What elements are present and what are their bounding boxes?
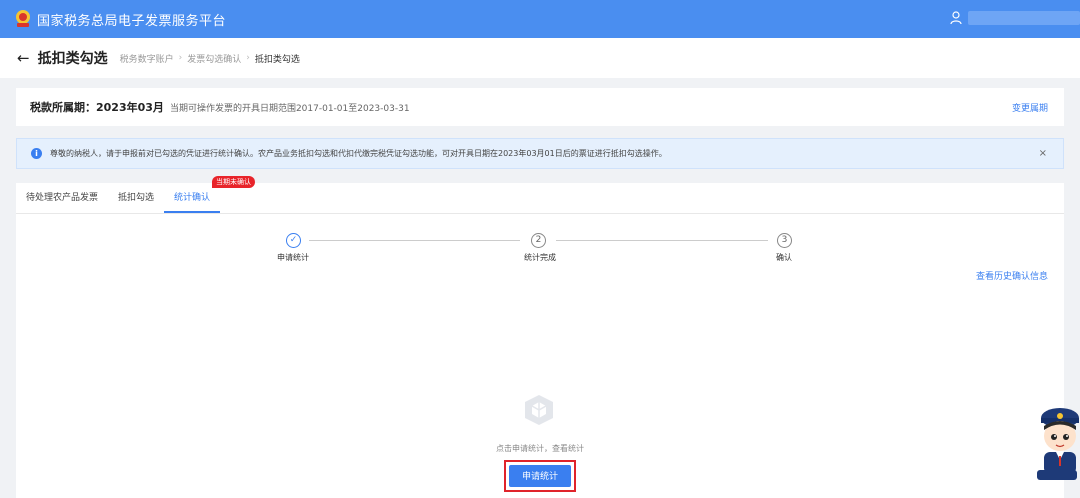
close-icon[interactable]: × (1039, 148, 1047, 159)
step-2-marker: 2 (531, 233, 546, 248)
user-menu[interactable] (950, 11, 1080, 25)
tab-deduction-selection[interactable]: 抵扣勾选 (108, 190, 164, 213)
top-bar: 国家税务总局电子发票服务平台 (0, 0, 1080, 38)
notice-text: 尊敬的纳税人，请于申报前对已勾选的凭证进行统计确认。农产品业务抵扣勾选和代扣代缴… (50, 149, 667, 158)
page-header: ← 抵扣类勾选 税务数字账户 › 发票勾选确认 › 抵扣类勾选 (0, 38, 1080, 78)
step-1-label: 申请统计 (277, 253, 309, 262)
tab-pending-agricultural[interactable]: 待处理农产品发票 (16, 190, 108, 213)
empty-box-icon (525, 395, 553, 425)
tab-bar: 待处理农产品发票 抵扣勾选 统计确认 当期未确认 (16, 176, 1064, 214)
step-1-check-icon: ✓ (286, 233, 301, 248)
tax-emblem-icon (16, 10, 30, 27)
tax-period-card: 税款所属期： 2023年03月 当期可操作发票的开具日期范围2017-01-01… (16, 88, 1064, 126)
info-icon: i (31, 148, 42, 159)
back-arrow-icon[interactable]: ← (17, 49, 30, 67)
step-3-label: 确认 (776, 253, 792, 262)
step-connector (556, 240, 768, 241)
user-name-masked[interactable] (968, 11, 1080, 25)
breadcrumb-separator-icon: › (178, 53, 183, 63)
apply-statistics-button[interactable]: 申请统计 (509, 465, 571, 487)
step-2-label: 统计完成 (524, 253, 556, 262)
assistant-mascot-icon[interactable] (1034, 404, 1080, 482)
status-badge: 当期未确认 (212, 176, 256, 188)
tab-statistics-confirm[interactable]: 统计确认 当期未确认 (164, 176, 256, 213)
empty-state-text: 点击申请统计，查看统计 (496, 444, 584, 453)
period-value: 2023年03月 (96, 101, 164, 114)
breadcrumb-item[interactable]: 税务数字账户 (120, 52, 174, 65)
main-panel: 待处理农产品发票 抵扣勾选 统计确认 当期未确认 ✓ 申请统计 2 统计完成 3… (16, 176, 1064, 498)
notice-banner: i 尊敬的纳税人，请于申报前对已勾选的凭证进行统计确认。农产品业务抵扣勾选和代扣… (16, 138, 1064, 169)
change-period-link[interactable]: 变更属期 (1012, 101, 1048, 114)
progress-steps: ✓ 申请统计 2 统计完成 3 确认 (16, 233, 1064, 273)
site-title: 国家税务总局电子发票服务平台 (37, 13, 227, 29)
view-history-link[interactable]: 查看历史确认信息 (976, 269, 1048, 282)
step-connector (309, 240, 520, 241)
period-range: 当期可操作发票的开具日期范围2017-01-01至2023-03-31 (169, 103, 410, 114)
breadcrumb-separator-icon: › (246, 53, 250, 63)
period-label: 税款所属期： (30, 101, 96, 114)
tab-label: 统计确认 (174, 193, 211, 203)
step-3-marker: 3 (777, 233, 792, 248)
breadcrumb-item[interactable]: 发票勾选确认 (187, 52, 241, 65)
user-icon (950, 11, 962, 25)
breadcrumb: 税务数字账户 › 发票勾选确认 › 抵扣类勾选 (120, 52, 300, 65)
breadcrumb-current: 抵扣类勾选 (254, 54, 300, 65)
page-title: 抵扣类勾选 (37, 51, 108, 67)
